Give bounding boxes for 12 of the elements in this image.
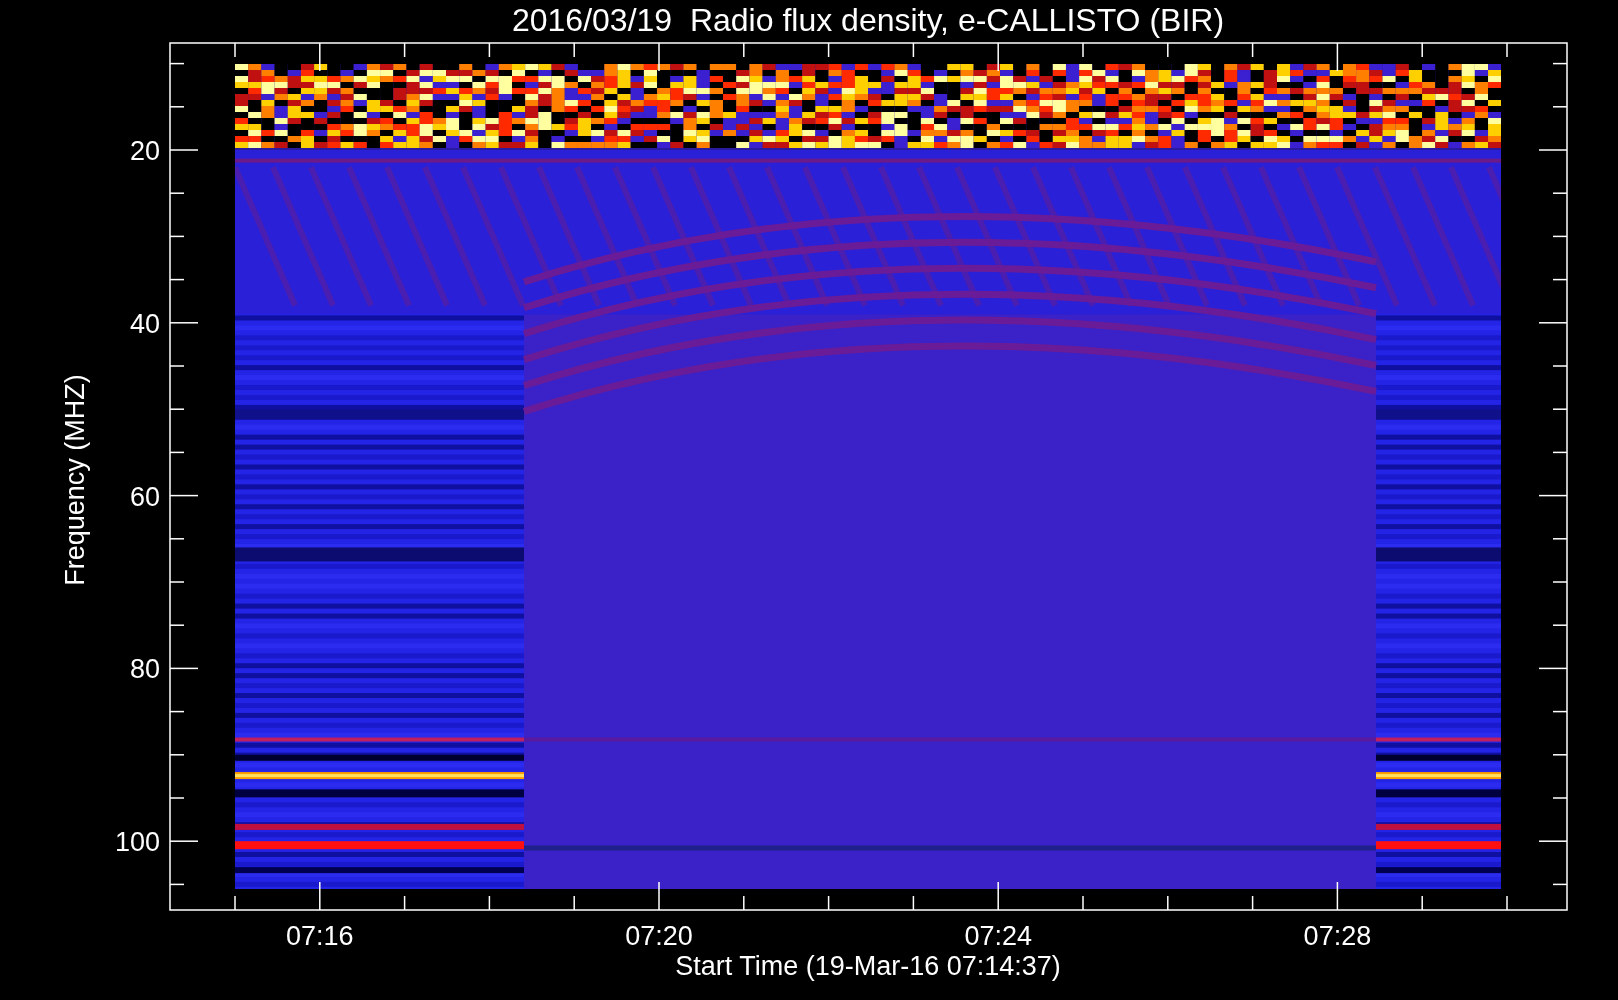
y-tick-label: 20 [129,136,160,166]
x-tick-label: 07:24 [964,921,1032,951]
x-tick-label: 07:16 [286,921,354,951]
chart-title: 2016/03/19 Radio flux density, e-CALLISTO (BIR) [511,2,1225,38]
y-tick-label: 100 [114,827,160,858]
x-tick-label: 07:20 [625,921,693,951]
x-axis-label: Start Time (19-Mar-16 07:14:37) [675,951,1061,981]
y-tick-label: 80 [129,654,160,685]
y-axis-label: Frequency (MHZ) [60,374,90,586]
x-tick-label: 07:28 [1303,921,1372,951]
y-tick-label: 60 [129,481,160,512]
y-tick-label: 40 [129,308,160,339]
